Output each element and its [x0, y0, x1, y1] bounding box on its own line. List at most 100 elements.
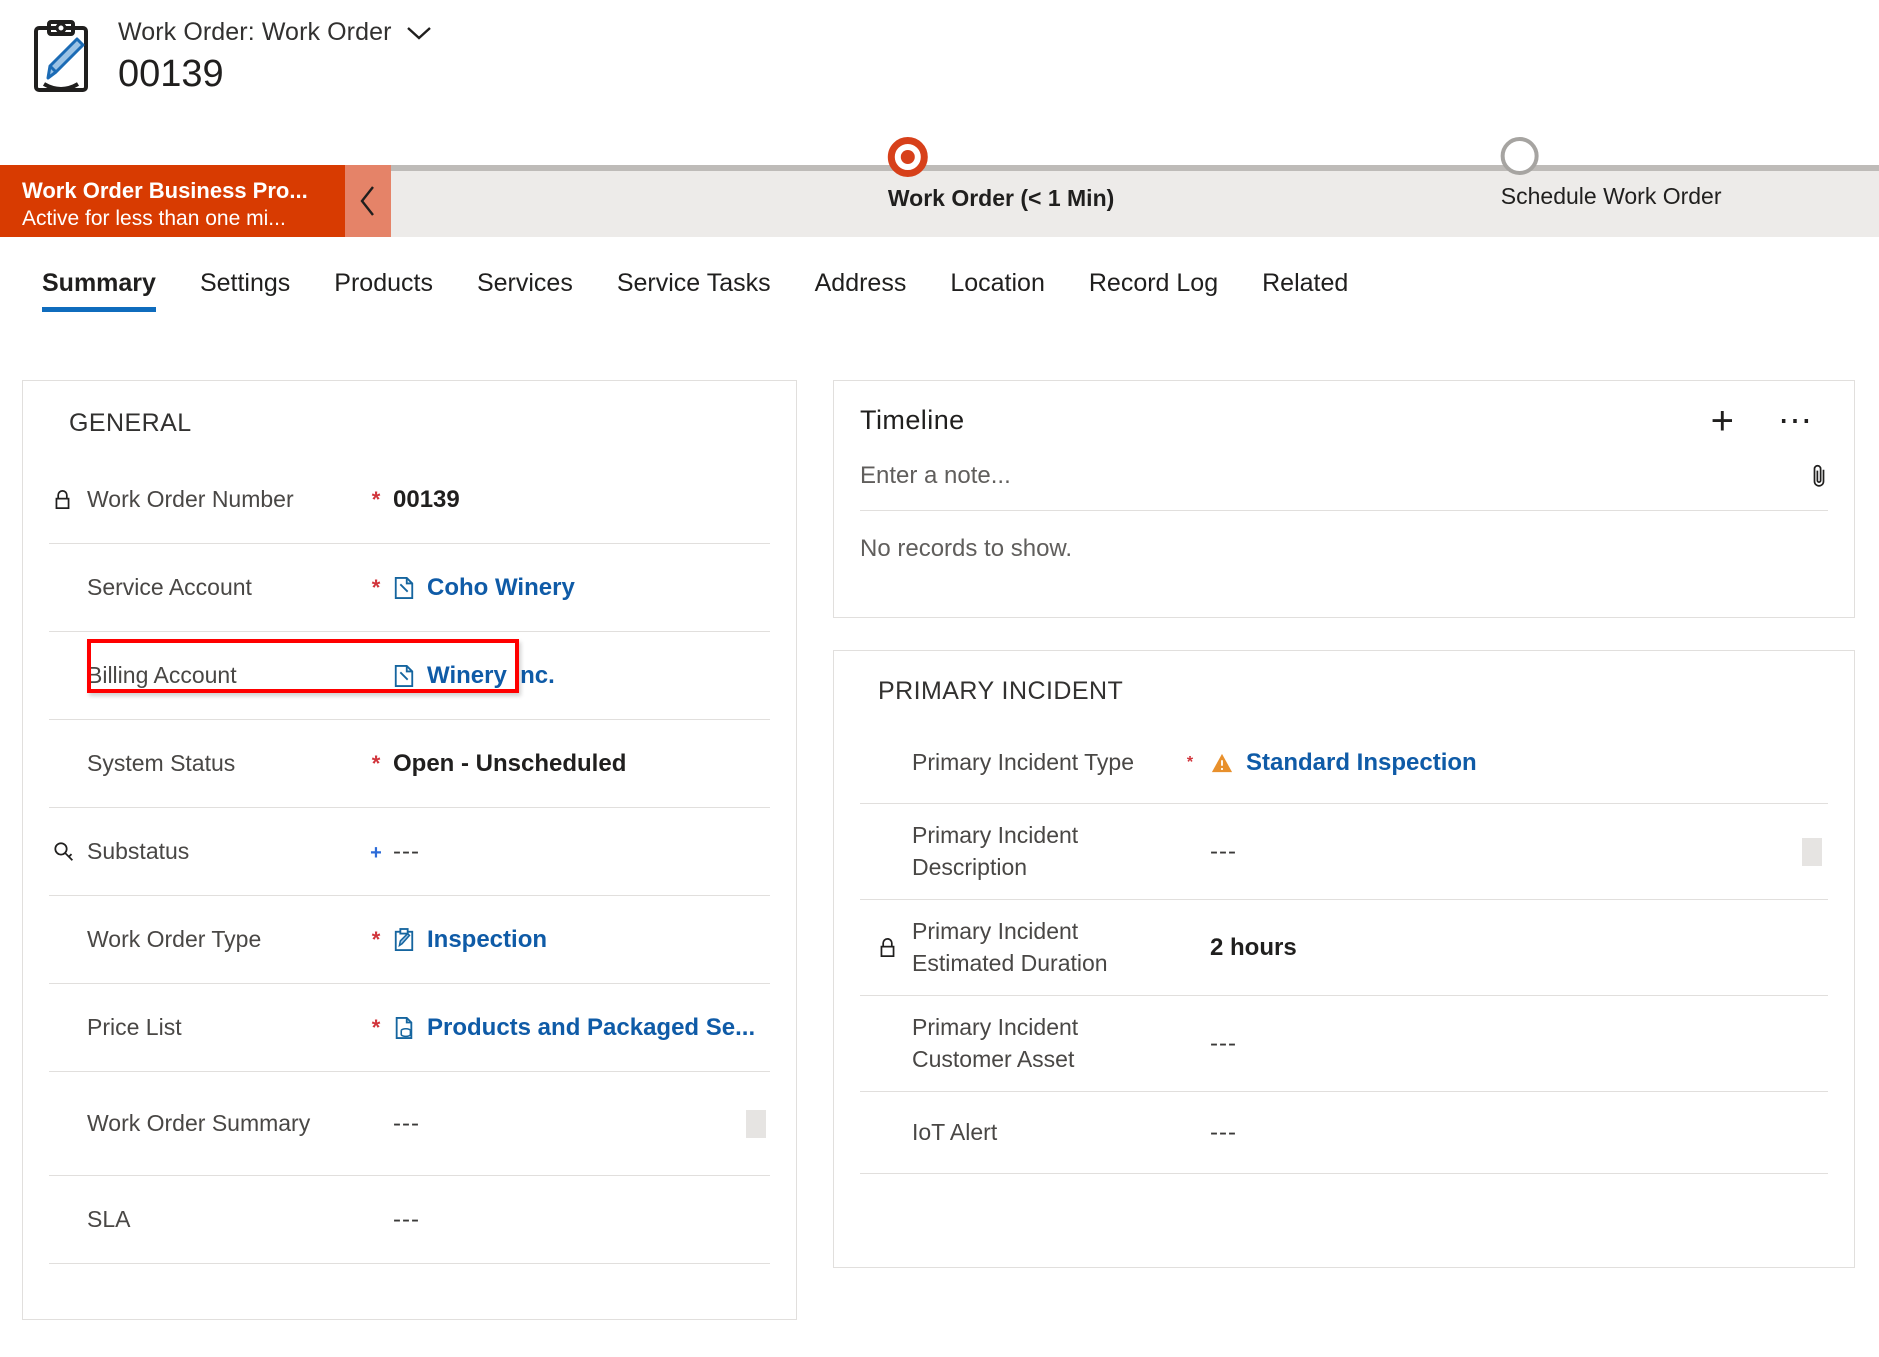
recommended-indicator: + [370, 841, 382, 864]
bpf-stage-active-node-icon [887, 137, 1114, 177]
tab-record-log[interactable]: Record Log [1067, 265, 1240, 298]
field-label: Primary Incident Type [912, 748, 1135, 775]
field-label: Work Order Number [87, 486, 294, 512]
tab-label: Services [476, 269, 573, 297]
textarea-resize-handle[interactable] [746, 1109, 766, 1138]
field-value-link[interactable]: Standard Inspection [1246, 749, 1477, 777]
tab-service-tasks[interactable]: Service Tasks [595, 265, 793, 298]
field-substatus[interactable]: Substatus + --- [49, 808, 770, 896]
field-primary-incident-customer-asset[interactable]: Primary Incident Customer Asset --- [860, 996, 1828, 1092]
field-label: Service Account [87, 574, 252, 600]
record-header: Work Order: Work Order 00139 [0, 0, 1879, 140]
field-sla[interactable]: SLA --- [49, 1176, 770, 1264]
timeline-note-placeholder: Enter a note... [860, 462, 1011, 489]
price-list-icon [393, 1016, 415, 1040]
primary-incident-title: PRIMARY INCIDENT [878, 677, 1124, 705]
field-primary-incident-description[interactable]: Primary Incident Description --- [860, 804, 1828, 900]
tab-summary[interactable]: Summary [20, 265, 178, 312]
plus-icon[interactable]: + [1711, 401, 1734, 441]
field-value-link[interactable]: Winery Inc. [427, 662, 555, 690]
work-order-form: Work Order: Work Order 00139 Work Order … [0, 0, 1879, 1357]
timeline-note-input-row[interactable]: Enter a note... [860, 462, 1828, 511]
field-label: Substatus [87, 838, 190, 864]
bpf-stage-label: Work Order (< 1 Min) [887, 185, 1115, 211]
more-options-icon[interactable]: ⋯ [1778, 404, 1814, 438]
field-value: --- [1210, 1029, 1237, 1057]
lock-icon [53, 489, 87, 510]
field-iot-alert[interactable]: IoT Alert --- [860, 1092, 1828, 1174]
required-indicator: * [371, 926, 381, 952]
tab-address[interactable]: Address [793, 265, 929, 298]
tab-label: Record Log [1088, 269, 1219, 297]
chevron-left-icon [358, 184, 378, 218]
tab-settings[interactable]: Settings [178, 265, 312, 298]
tab-services[interactable]: Services [455, 265, 595, 298]
entity-title: Work Order: Work Order [118, 18, 392, 46]
primary-incident-section: PRIMARY INCIDENT Primary Incident Type *… [833, 650, 1855, 1268]
form-tab-bar: Summary Settings Products Services Servi… [0, 265, 1879, 327]
field-value: --- [1210, 1118, 1237, 1146]
field-label: Primary Incident Estimated Duration [912, 917, 1108, 976]
field-value-link[interactable]: Products and Packaged Se... [427, 1014, 755, 1042]
bpf-label[interactable]: Work Order Business Pro... Active for le… [0, 165, 345, 237]
field-label: Primary Incident Customer Asset [912, 1013, 1079, 1072]
field-billing-account[interactable]: Billing Account Winery Inc. [49, 632, 770, 720]
tab-products[interactable]: Products [312, 265, 455, 298]
field-billing-account-wrapper: Billing Account Winery Inc. [49, 632, 770, 720]
right-column: Timeline + ⋯ Enter a note... No records … [833, 380, 1855, 1320]
field-work-order-type[interactable]: Work Order Type * Inspection [49, 896, 770, 984]
tab-label: Service Tasks [616, 269, 771, 297]
tab-label: Settings [199, 269, 291, 297]
bpf-collapse-button[interactable] [345, 165, 391, 237]
paperclip-icon[interactable] [1810, 462, 1828, 490]
field-primary-incident-type[interactable]: Primary Incident Type * Standard Inspect… [860, 722, 1828, 804]
field-label: Work Order Summary [87, 1110, 311, 1136]
field-value: 00139 [393, 485, 460, 513]
timeline-empty-text: No records to show. [860, 535, 1073, 562]
field-value-link[interactable]: Coho Winery [427, 574, 575, 602]
field-work-order-summary[interactable]: Work Order Summary --- [49, 1072, 770, 1176]
field-value: --- [393, 837, 420, 865]
required-indicator: * [371, 1014, 381, 1040]
left-column: GENERAL Work Order Number * 00139 Servic… [22, 380, 797, 1320]
field-system-status[interactable]: System Status * Open - Unscheduled [49, 720, 770, 808]
field-primary-incident-estimated-duration[interactable]: Primary Incident Estimated Duration 2 ho… [860, 900, 1828, 996]
required-indicator: * [371, 750, 381, 776]
tab-label: Summary [42, 269, 156, 297]
bpf-status: Active for less than one mi... [22, 207, 286, 231]
account-icon [393, 664, 415, 688]
timeline-section: Timeline + ⋯ Enter a note... No records … [833, 380, 1855, 618]
bpf-stage-schedule-work-order[interactable]: Schedule Work Order [1500, 137, 1722, 210]
general-section-title: GENERAL [69, 409, 192, 437]
bpf-stage-work-order[interactable]: Work Order (< 1 Min) [887, 137, 1115, 212]
page-title: 00139 [118, 53, 224, 95]
business-process-flow: Work Order Business Pro... Active for le… [0, 137, 1879, 237]
field-label: System Status [87, 750, 236, 776]
field-label: IoT Alert [912, 1118, 998, 1145]
textarea-resize-handle[interactable] [1802, 837, 1822, 866]
lock-icon [878, 937, 912, 958]
key-icon [53, 841, 87, 862]
timeline-title: Timeline [860, 405, 965, 435]
field-value: 2 hours [1210, 933, 1297, 961]
field-value-link[interactable]: Inspection [427, 926, 547, 954]
bpf-name: Work Order Business Pro... [22, 178, 308, 203]
required-indicator: * [371, 574, 381, 600]
field-work-order-number[interactable]: Work Order Number * 00139 [49, 456, 770, 544]
tab-related[interactable]: Related [1240, 265, 1370, 298]
tab-label: Location [950, 269, 1045, 297]
bpf-stage-upcoming-node-icon [1500, 137, 1722, 175]
field-value: Open - Unscheduled [393, 749, 627, 777]
field-value: --- [393, 1109, 420, 1137]
form-body: GENERAL Work Order Number * 00139 Servic… [0, 380, 1879, 1320]
tab-label: Products [334, 269, 433, 297]
chevron-down-icon[interactable] [406, 25, 432, 41]
tab-location[interactable]: Location [928, 265, 1067, 298]
field-label: Work Order Type [87, 926, 262, 952]
field-service-account[interactable]: Service Account * Coho Winery [49, 544, 770, 632]
field-price-list[interactable]: Price List * Products and Packaged Se... [49, 984, 770, 1072]
bpf-stage-track: Work Order (< 1 Min) Schedule Work Order [391, 137, 1879, 237]
warning-triangle-icon [1210, 752, 1234, 774]
required-indicator: * [371, 486, 381, 512]
account-icon [393, 576, 415, 600]
